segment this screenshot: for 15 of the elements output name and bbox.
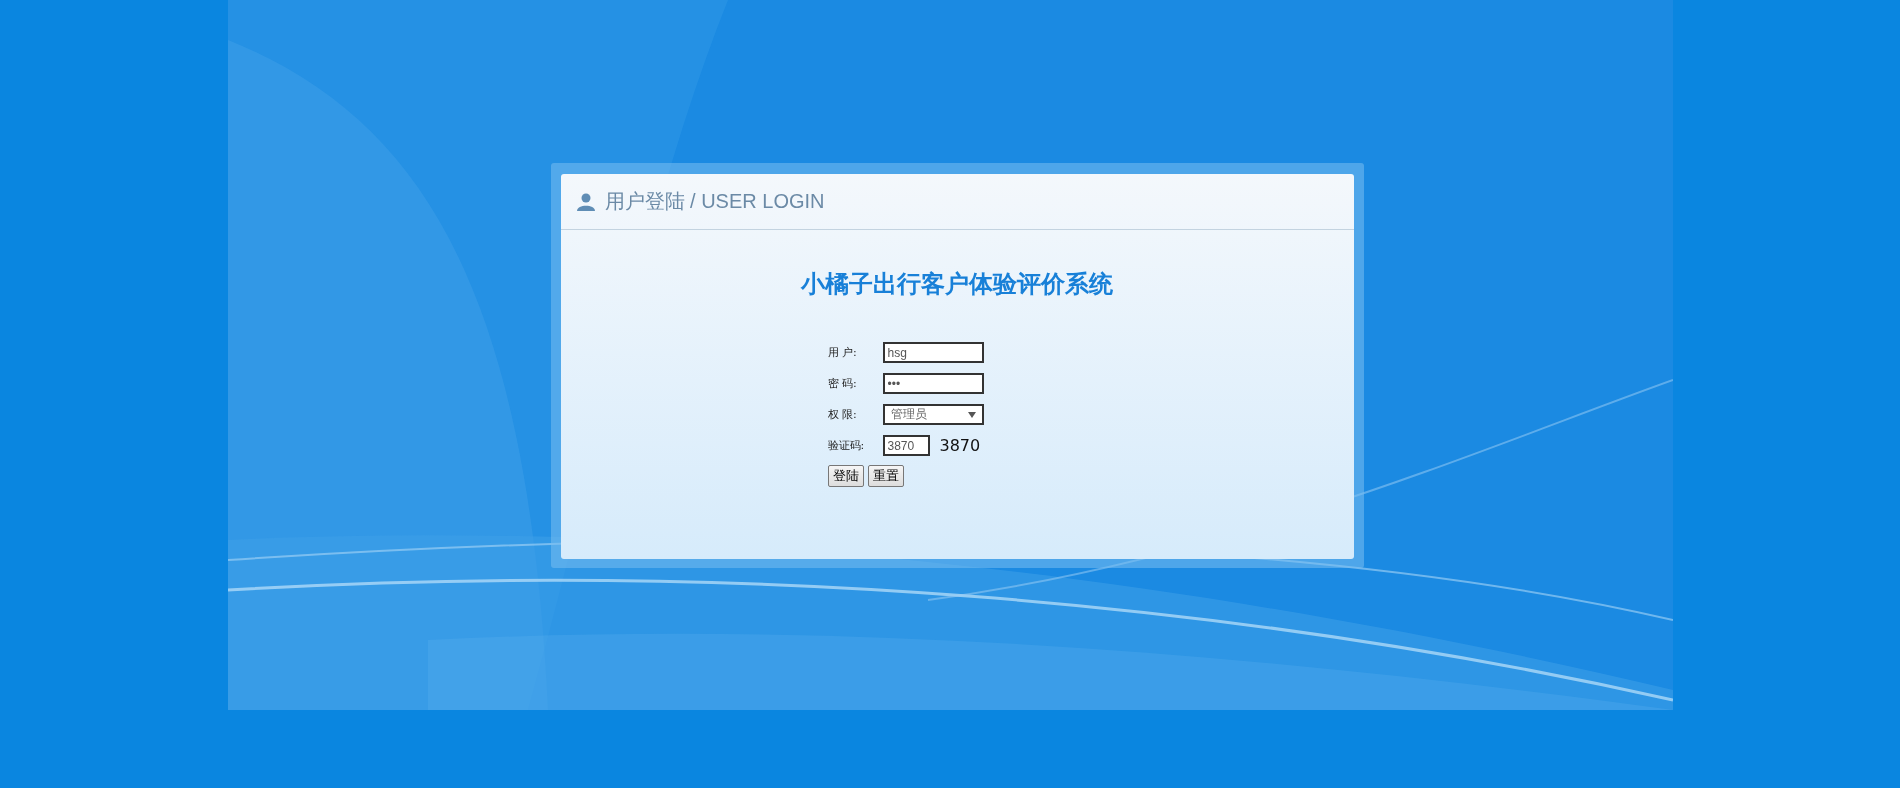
role-dropdown[interactable]: 管理员 — [882, 404, 984, 425]
input-field[interactable]: ••• — [882, 373, 984, 394]
header-title: 用户登陆 / USER LOGIN — [604, 189, 825, 214]
user-icon — [576, 192, 595, 211]
field-label: 验证码: — [827, 438, 866, 453]
captcha-code: 3870 — [939, 436, 981, 455]
field-label: 权 限: — [827, 407, 858, 422]
reset-button[interactable]: 重置 — [867, 465, 904, 487]
system-title: 小橘子出行客户体验评价系统 — [801, 268, 1113, 300]
field-label: 用 户: — [827, 345, 858, 360]
captcha-field[interactable]: 3870 — [882, 435, 930, 456]
caret-icon — [967, 411, 976, 418]
input-field[interactable]: hsg — [882, 342, 984, 363]
login-button[interactable]: 登陆 — [827, 465, 864, 487]
field-label: 密 码: — [827, 376, 858, 391]
